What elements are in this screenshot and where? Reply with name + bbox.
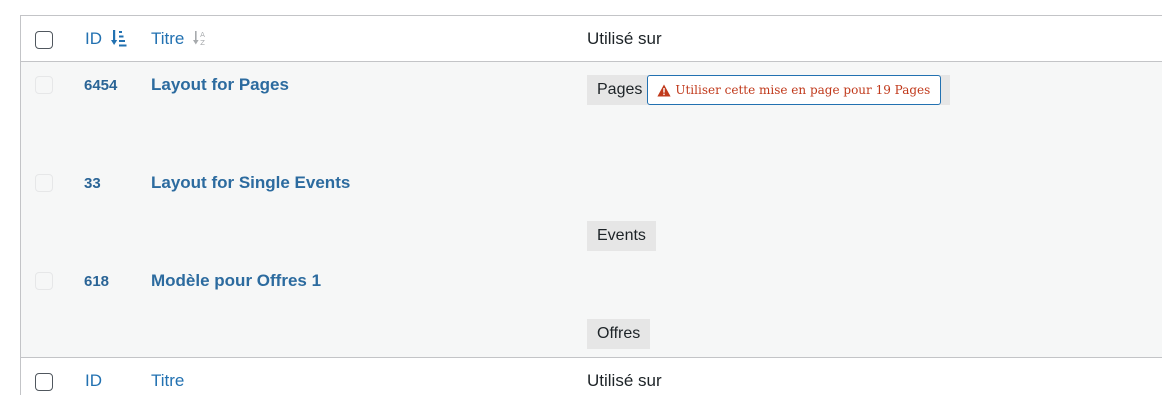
sort-numeric-desc-icon [110,30,127,47]
row-id[interactable]: 33 [84,175,101,192]
column-header-title-label: Titre [151,29,185,48]
row-checkbox[interactable] [35,76,53,94]
table-row: 33 Layout for Single Events Events [21,160,1162,258]
used-on-tag: Events [587,221,656,251]
used-on-tag: Pages Utiliser cette mise en page pour 1… [587,75,951,105]
svg-text:Z: Z [200,39,205,47]
apply-layout-warning-label: Utiliser cette mise en page pour 19 Page… [675,83,931,97]
column-header-id-label: ID [85,29,102,48]
column-header-id[interactable]: ID [85,29,127,49]
used-on-label: Offres [597,325,641,342]
column-header-used-on: Utilisé sur [587,29,662,48]
select-all-checkbox-footer[interactable] [35,373,53,391]
column-header-title[interactable]: Titre A Z [151,29,209,49]
row-title-link[interactable]: Layout for Single Events [151,173,350,193]
sort-alpha-asc-icon: A Z [193,31,205,47]
warning-triangle-icon [657,84,671,96]
apply-layout-warning-button[interactable]: Utiliser cette mise en page pour 19 Page… [647,75,942,105]
row-id[interactable]: 618 [84,273,109,290]
table-row: 6454 Layout for Pages Pages Utiliser cet… [21,62,1162,160]
table-header: ID Titre A Z Utilisé sur [21,16,1162,62]
table-row: 618 Modèle pour Offres 1 Offres [21,258,1162,356]
footer-column-title[interactable]: Titre [151,371,184,391]
table-body: 6454 Layout for Pages Pages Utiliser cet… [21,62,1162,357]
row-checkbox[interactable] [35,174,53,192]
row-title-link[interactable]: Layout for Pages [151,75,289,95]
used-on-label: Pages [597,81,643,98]
layouts-table: ID Titre A Z Utilisé sur 6454 Layout for… [20,15,1162,404]
used-on-label: Events [597,227,646,244]
used-on-tag: Offres [587,319,651,349]
row-checkbox[interactable] [35,272,53,290]
select-all-checkbox[interactable] [35,31,53,49]
footer-column-id[interactable]: ID [85,371,102,391]
svg-text:A: A [200,31,205,39]
row-id[interactable]: 6454 [84,77,117,94]
table-footer: ID Titre Utilisé sur [21,357,1162,404]
footer-column-used-on: Utilisé sur [587,371,662,390]
row-title-link[interactable]: Modèle pour Offres 1 [151,271,321,291]
